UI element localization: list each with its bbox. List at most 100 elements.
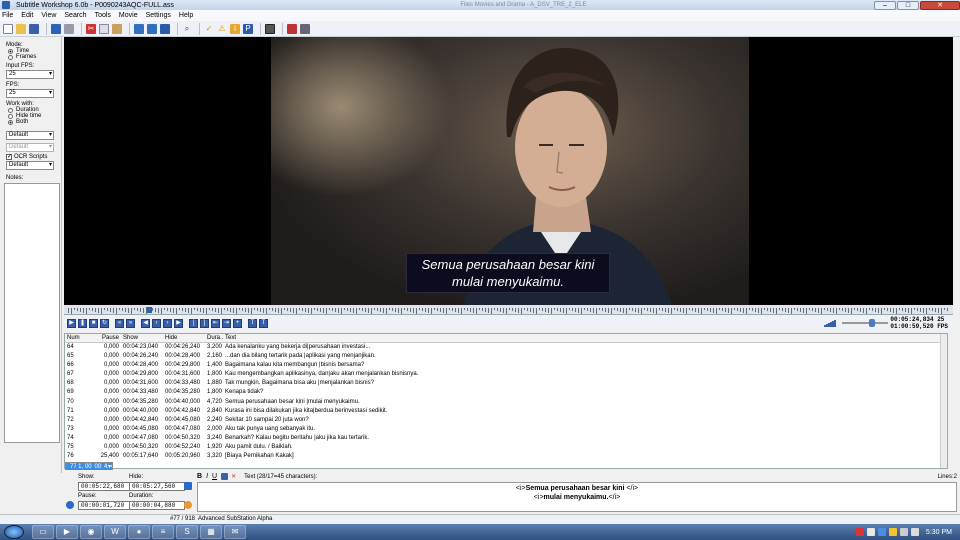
table-row[interactable]: 76 25,400 00:05:17,640 00:05:20,960 3,320 [Bi… — [65, 452, 947, 461]
taskbar-grid-icon[interactable]: ▦ — [200, 525, 222, 539]
menu-help[interactable]: Help — [179, 12, 193, 19]
pause-icon[interactable]: ❚ — [78, 319, 87, 328]
device-icon[interactable] — [265, 23, 275, 34]
end-sync-icon[interactable]: ⇥ — [222, 319, 231, 328]
header-duration[interactable]: Dura... — [205, 334, 223, 342]
translate-icon[interactable] — [64, 23, 74, 34]
info-icon[interactable]: i — [230, 23, 240, 34]
color-icon[interactable] — [221, 473, 229, 480]
warning-icon[interactable]: ⚠ — [217, 24, 227, 34]
table-row[interactable]: 64 0,000 00:04:23,040 00:04:26,240 3,200 Ada … — [65, 343, 947, 352]
clock-icon[interactable] — [66, 501, 74, 509]
input-fps-select[interactable]: 25 — [6, 70, 54, 79]
header-hide[interactable]: Hide — [163, 334, 205, 342]
taskbar-firefox-icon[interactable]: ● — [128, 525, 150, 539]
start-button-icon[interactable] — [4, 525, 24, 539]
table-row[interactable]: 66 0,000 00:04:28,400 00:04:29,800 1,400 Baga… — [65, 361, 947, 370]
prev-subtitle-icon[interactable]: ◀ — [141, 319, 150, 328]
sync-icon[interactable] — [184, 482, 192, 490]
volume-slider[interactable] — [842, 319, 888, 327]
taskbar-app-icon[interactable]: ≡ — [152, 525, 174, 539]
new-file-icon[interactable] — [3, 23, 13, 34]
table-row[interactable]: 67 0,000 00:04:29,800 00:04:31,600 1,800 Kau … — [65, 370, 947, 379]
table-row[interactable]: 68 0,000 00:04:31,600 00:04:33,480 1,880 Tak … — [65, 379, 947, 388]
stop-icon[interactable]: ■ — [89, 319, 98, 328]
seek-bar[interactable] — [64, 305, 953, 315]
settings-icon[interactable] — [300, 23, 310, 34]
subtitle-text-editor[interactable]: <i>Semua perusahaan besar kini </i> <i>m… — [197, 482, 957, 512]
forward-icon[interactable]: » — [126, 319, 135, 328]
style-select[interactable]: Default — [6, 131, 54, 140]
set-show-icon[interactable]: [ — [189, 319, 198, 328]
tray-signal-icon[interactable] — [899, 528, 908, 536]
notes-textarea[interactable] — [4, 183, 60, 443]
taskbar-chrome-icon[interactable]: ◉ — [80, 525, 102, 539]
taskbar-clock[interactable]: 5:30 PM — [926, 529, 952, 536]
fps-select[interactable]: 25 — [6, 89, 54, 98]
translation-display-icon[interactable]: T — [259, 319, 268, 328]
back-step-icon[interactable]: ‹ — [152, 319, 161, 328]
copy-icon[interactable] — [99, 23, 109, 34]
search-icon[interactable]: ⌕ — [182, 24, 192, 34]
spell-check-icon[interactable]: ✓ — [204, 24, 214, 34]
ocr-select[interactable]: Default — [6, 161, 54, 170]
start-sync-icon[interactable]: ⇤ — [211, 319, 220, 328]
table-row[interactable]: 70 0,000 00:04:35,280 00:04:40,000 4,720 Semu… — [65, 398, 947, 407]
header-show[interactable]: Show — [121, 334, 163, 342]
menu-settings[interactable]: Settings — [146, 12, 171, 19]
menu-file[interactable]: File — [2, 12, 13, 19]
menu-search[interactable]: Search — [64, 12, 86, 19]
table-row[interactable]: 69 0,000 00:04:33,480 00:04:35,280 1,800 Kena… — [65, 388, 947, 397]
play-icon[interactable]: ▶ — [67, 319, 76, 328]
taskbar-mail-icon[interactable]: ✉ — [224, 525, 246, 539]
tray-app-icon[interactable] — [855, 528, 864, 536]
output-icon[interactable]: P — [243, 23, 253, 34]
taskbar-subtitle-icon[interactable]: S — [176, 525, 198, 539]
menu-tools[interactable]: Tools — [95, 12, 111, 19]
tray-network-icon[interactable] — [866, 528, 875, 536]
tray-bluetooth-icon[interactable] — [877, 528, 886, 536]
menu-movie[interactable]: Movie — [119, 12, 138, 19]
menu-view[interactable]: View — [41, 12, 56, 19]
next-subtitle-icon[interactable]: ▶ — [174, 319, 183, 328]
tray-flag-icon[interactable] — [888, 528, 897, 536]
duration-time-field[interactable]: 00:00:04,880 — [129, 501, 185, 510]
undo-icon[interactable] — [134, 23, 144, 34]
text-display-icon[interactable]: T — [248, 319, 257, 328]
bold-icon[interactable]: B — [197, 473, 202, 480]
volume-knob[interactable] — [869, 319, 876, 327]
italic-icon[interactable]: I — [206, 473, 208, 480]
taskbar-folder-icon[interactable]: ▭ — [32, 525, 54, 539]
table-row[interactable]: 72 0,000 00:04:42,840 00:04:45,080 2,240 Seki… — [65, 416, 947, 425]
loop-icon[interactable]: ↻ — [100, 319, 109, 328]
add-subtitle-icon[interactable]: + — [233, 319, 242, 328]
mode-frames-radio[interactable]: Frames — [8, 54, 57, 60]
remove-format-icon[interactable]: ✕ — [231, 473, 236, 480]
menu-edit[interactable]: Edit — [21, 12, 33, 19]
hide-time-field[interactable]: 00:05:27,560 — [129, 482, 185, 491]
underline-icon[interactable]: U — [212, 473, 217, 480]
save-icon[interactable] — [29, 23, 39, 34]
set-hide-icon[interactable]: ] — [200, 319, 209, 328]
table-row[interactable]: 65 0,000 00:04:26,240 00:04:28,400 2,160 ...d… — [65, 352, 947, 361]
minimize-button[interactable]: – — [874, 0, 896, 10]
ocr-scripts-checkbox[interactable]: ✓ OCR Scripts — [6, 154, 57, 160]
rewind-icon[interactable]: « — [115, 319, 124, 328]
cut-icon[interactable]: ✂ — [86, 23, 96, 34]
table-row[interactable]: 73 0,000 00:04:45,080 00:04:47,080 2,000 Aku … — [65, 425, 947, 434]
table-row[interactable]: 75 0,000 00:04:50,320 00:04:52,240 1,920 Aku … — [65, 443, 947, 452]
preview-icon[interactable] — [160, 23, 170, 34]
work-both-radio[interactable]: Both — [8, 119, 57, 125]
header-text[interactable]: Text — [223, 334, 947, 342]
video-preview[interactable]: Semua perusahaan besar kini mulai menyuk… — [64, 37, 953, 305]
paste-icon[interactable] — [112, 23, 122, 34]
taskbar-media-icon[interactable]: ▶ — [56, 525, 78, 539]
table-row[interactable]: 74 0,000 00:04:47,080 00:04:50,320 3,240 Bena… — [65, 434, 947, 443]
table-row[interactable]: 71 0,000 00:04:40,000 00:04:42,840 2,840 Kura… — [65, 407, 947, 416]
header-pause[interactable]: Pause — [97, 334, 121, 342]
delete-icon[interactable] — [287, 23, 297, 34]
redo-icon[interactable] — [147, 23, 157, 34]
maximize-button[interactable]: □ — [897, 0, 919, 10]
close-button[interactable]: ✕ — [920, 0, 960, 10]
header-num[interactable]: Num — [65, 334, 97, 342]
